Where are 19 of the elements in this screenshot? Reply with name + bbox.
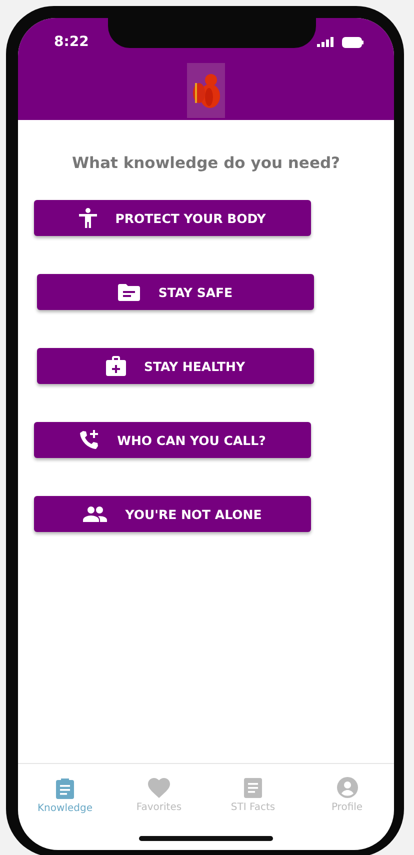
page-heading: What knowledge do you need? [70,154,342,172]
profile-icon [336,777,358,798]
clipboard-icon [56,776,74,798]
logo-icon [187,63,225,118]
menu-button[interactable]: PROTECT YOUR BODY [34,200,311,236]
battery-icon [342,36,364,48]
menu-button[interactable]: STAY SAFE [37,274,314,310]
menu-button[interactable]: WHO CAN YOU CALL? [34,422,311,458]
person-icon [79,208,98,228]
signal-icon [317,37,334,47]
phone-add-icon [79,430,100,450]
folder-icon [118,284,140,300]
menu-button[interactable]: STAY HEALTHY [37,348,314,384]
heart-icon [148,778,170,798]
menu-button[interactable]: YOU'RE NOT ALONE [34,496,311,532]
status-time: 8:22 [54,34,89,50]
people-icon [83,506,108,522]
medical-kit-icon [106,356,126,376]
document-icon [244,778,262,798]
